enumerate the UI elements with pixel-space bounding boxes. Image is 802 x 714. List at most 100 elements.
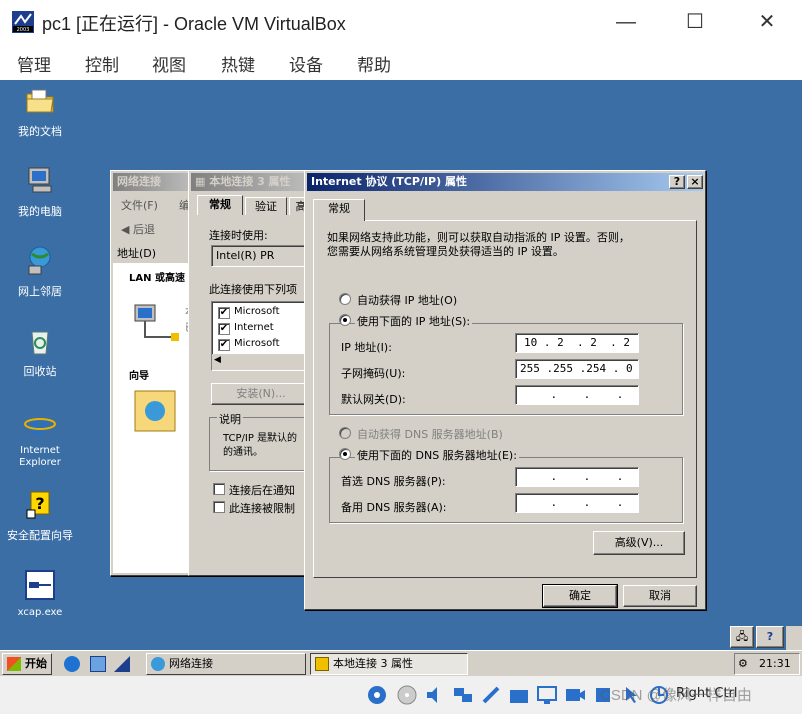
scroll-left-icon[interactable]: ◀ bbox=[214, 355, 221, 365]
component-item[interactable]: Microsoft bbox=[234, 306, 280, 317]
component-checkbox[interactable]: ✔ bbox=[218, 339, 230, 351]
menu-control[interactable]: 控制 bbox=[85, 51, 119, 76]
tab-general[interactable]: 常规 bbox=[197, 195, 243, 215]
netconn-titlebar[interactable]: 网络连接 bbox=[113, 173, 197, 191]
desktop-icon-network-places[interactable]: 网上邻居 bbox=[0, 244, 80, 299]
netconn-back-button[interactable]: ◀ 后退 bbox=[121, 221, 155, 237]
components-list[interactable]: ✔ Microsoft ✔ Internet ✔ Microsoft ◀ bbox=[211, 301, 319, 371]
quicklaunch-ie-icon[interactable] bbox=[64, 656, 80, 672]
netconn-menu-file[interactable]: 文件(F) bbox=[121, 197, 158, 213]
tab-authentication[interactable]: 验证 bbox=[245, 197, 287, 215]
menu-help[interactable]: 帮助 bbox=[357, 51, 391, 76]
manual-dns-radio[interactable] bbox=[339, 448, 351, 460]
component-checkbox[interactable]: ✔ bbox=[218, 323, 230, 335]
menu-hotkeys[interactable]: 热键 bbox=[221, 51, 255, 76]
alternate-dns-input[interactable]: . . . bbox=[515, 493, 639, 513]
notify-checkbox[interactable] bbox=[213, 483, 225, 495]
vertical-scrollbar[interactable] bbox=[786, 626, 802, 650]
xcap-app-icon bbox=[25, 570, 55, 600]
manual-ip-radio[interactable] bbox=[339, 314, 351, 326]
tray-help-icon[interactable]: ? bbox=[756, 626, 784, 648]
manual-ip-label[interactable]: 使用下面的 IP 地址(S): bbox=[355, 313, 473, 329]
quicklaunch-desktop-icon[interactable] bbox=[114, 656, 130, 672]
component-checkbox[interactable]: ✔ bbox=[218, 307, 230, 319]
components-label: 此连接使用下列项 bbox=[209, 283, 297, 296]
advanced-button[interactable]: 高级(V)... bbox=[593, 531, 685, 555]
svg-text:e: e bbox=[31, 407, 49, 440]
desktop-icon-xcap[interactable]: xcap.exe bbox=[0, 568, 80, 618]
component-item[interactable]: Internet bbox=[234, 322, 274, 333]
auto-dns-label: 自动获得 DNS 服务器地址(B) bbox=[357, 428, 503, 441]
tray-volume-icon[interactable]: ⚙ bbox=[738, 657, 748, 670]
notify-label: 连接后在通知 bbox=[229, 484, 295, 497]
alternate-dns-label: 备用 DNS 服务器(A): bbox=[341, 501, 447, 514]
taskbar-network-connections[interactable]: 网络连接 bbox=[146, 653, 306, 675]
quicklaunch-outlook-icon[interactable] bbox=[90, 656, 106, 672]
desktop-icon-my-documents[interactable]: 我的文档 bbox=[0, 84, 80, 139]
computer-icon bbox=[28, 167, 52, 193]
tab-general[interactable]: 常规 bbox=[313, 199, 365, 221]
tray-network-icon[interactable]: 🖧 bbox=[730, 626, 754, 648]
lan-connection-icon[interactable] bbox=[131, 301, 183, 345]
desktop-icon-internet-explorer[interactable]: e Internet Explorer bbox=[0, 406, 80, 469]
limited-label: 此连接被限制 bbox=[229, 502, 295, 515]
desktop-icon-label: xcap.exe bbox=[17, 607, 63, 618]
menu-view[interactable]: 视图 bbox=[152, 51, 186, 76]
vbox-status-bar: Right Ctrl CSDN @像风一样自由 bbox=[0, 676, 802, 714]
adapter-name: Intel(R) PR bbox=[216, 249, 275, 262]
intro-text-line2: 您需要从网络系统管理员处获得适当的 IP 设置。 bbox=[327, 245, 564, 258]
menu-manage[interactable]: 管理 bbox=[17, 51, 51, 76]
recycle-bin-icon bbox=[31, 331, 49, 355]
audio-icon[interactable] bbox=[424, 684, 446, 706]
description-text-2: 的通讯。 bbox=[223, 447, 263, 458]
taskbar: 开始 网络连接 本地连接 3 属性 ⚙ 21:31 bbox=[0, 650, 802, 676]
help-button[interactable]: ? bbox=[669, 175, 685, 189]
description-title: 说明 bbox=[217, 411, 243, 427]
taskbar-local-connection-props[interactable]: 本地连接 3 属性 bbox=[310, 653, 468, 675]
preferred-dns-label: 首选 DNS 服务器(P): bbox=[341, 475, 446, 488]
local-props-titlebar[interactable]: ▦ 本地连接 3 属性 bbox=[191, 173, 315, 191]
disk-icon[interactable] bbox=[396, 684, 418, 706]
host-title-bar: 2003 pc1 [正在运行] - Oracle VM VirtualBox —… bbox=[0, 0, 802, 44]
display-icon[interactable] bbox=[536, 684, 558, 706]
video-capture-icon[interactable] bbox=[564, 684, 586, 706]
close-button[interactable]: ✕ bbox=[744, 6, 790, 38]
ok-button[interactable]: 确定 bbox=[542, 584, 618, 608]
manual-dns-label[interactable]: 使用下面的 DNS 服务器地址(E): bbox=[355, 447, 519, 463]
description-text: TCP/IP 是默认的 bbox=[223, 433, 298, 444]
desktop-icon-label: 回收站 bbox=[23, 365, 57, 378]
desktop-icon-label: Internet Explorer bbox=[19, 445, 61, 468]
subnet-mask-input[interactable]: 255 .255 .254 . 0 bbox=[515, 359, 639, 379]
menu-devices[interactable]: 设备 bbox=[289, 51, 323, 76]
optical-drive-icon[interactable] bbox=[366, 684, 388, 706]
ip-address-input[interactable]: 10 . 2 . 2 . 2 bbox=[515, 333, 639, 353]
desktop-icon-recycle-bin[interactable]: 回收站 bbox=[0, 324, 80, 379]
new-connection-wizard-icon[interactable] bbox=[133, 389, 177, 433]
maximize-button[interactable]: ☐ bbox=[672, 6, 718, 38]
task-label: 网络连接 bbox=[169, 657, 213, 670]
usb-icon[interactable] bbox=[480, 684, 502, 706]
component-item[interactable]: Microsoft bbox=[234, 338, 280, 349]
preferred-dns-input[interactable]: . . . bbox=[515, 467, 639, 487]
tcpip-titlebar[interactable]: Internet 协议 (TCP/IP) 属性 ? × bbox=[307, 173, 703, 191]
start-button[interactable]: 开始 bbox=[2, 653, 52, 675]
dialog-close-button[interactable]: × bbox=[687, 175, 703, 189]
wizard-shortcut-icon: ? bbox=[26, 491, 50, 519]
netconn-address-label: 地址(D) bbox=[117, 247, 157, 260]
auto-ip-radio[interactable] bbox=[339, 293, 351, 305]
local-props-title: 本地连接 3 属性 bbox=[209, 175, 291, 188]
install-button[interactable]: 安装(N)... bbox=[211, 383, 311, 405]
minimize-button[interactable]: — bbox=[603, 6, 649, 38]
desktop-icon-security-wizard[interactable]: ? 安全配置向导 bbox=[0, 488, 80, 543]
network-adapter-icon[interactable] bbox=[452, 684, 474, 706]
folder-documents-icon bbox=[26, 89, 54, 113]
desktop-icon-my-computer[interactable]: 我的电脑 bbox=[0, 164, 80, 219]
default-gateway-input[interactable]: . . . bbox=[515, 385, 639, 405]
clock[interactable]: 21:31 bbox=[759, 657, 791, 670]
components-hscrollbar[interactable]: ◀ bbox=[212, 354, 318, 370]
cancel-button[interactable]: 取消 bbox=[623, 585, 697, 607]
auto-ip-label[interactable]: 自动获得 IP 地址(O) bbox=[357, 292, 457, 308]
limited-checkbox[interactable] bbox=[213, 501, 225, 513]
shared-folder-icon[interactable] bbox=[508, 684, 530, 706]
ip-address-label: IP 地址(I): bbox=[341, 341, 392, 354]
